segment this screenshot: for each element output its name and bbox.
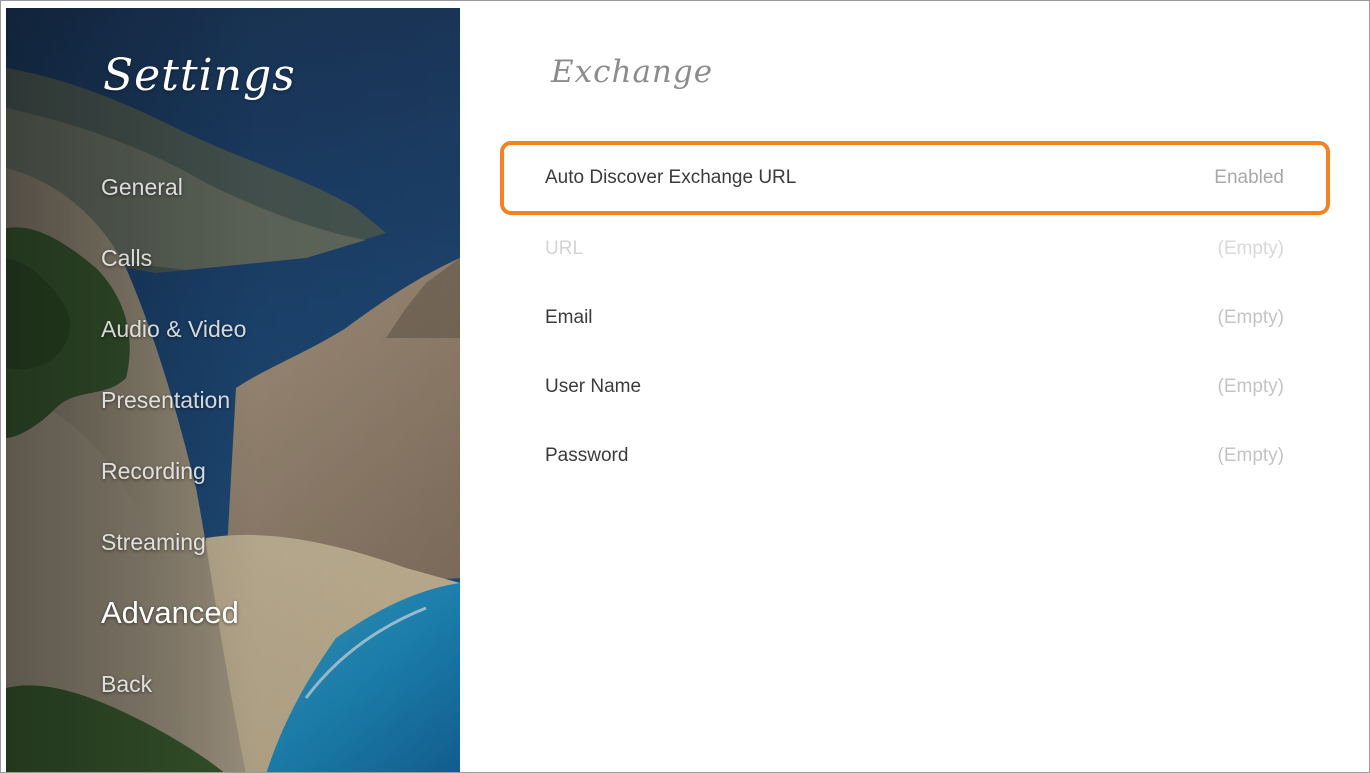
setting-row-password[interactable]: Password (Empty) (500, 419, 1330, 493)
sidebar-item-audio-video[interactable]: Audio & Video (101, 316, 246, 343)
setting-value: (Empty) (1217, 376, 1285, 397)
setting-value: (Empty) (1217, 445, 1285, 466)
setting-row-email[interactable]: Email (Empty) (500, 281, 1330, 355)
sidebar-item-back[interactable]: Back (101, 671, 152, 698)
sidebar-item-presentation[interactable]: Presentation (101, 387, 230, 414)
setting-row-url: URL (Empty) (500, 212, 1330, 286)
setting-value: Enabled (1214, 167, 1284, 188)
sidebar-title: Settings (103, 50, 296, 101)
sidebar-item-advanced[interactable]: Advanced (101, 595, 239, 631)
setting-label: Auto Discover Exchange URL (545, 167, 797, 188)
content-pane: Exchange Auto Discover Exchange URL Enab… (460, 8, 1369, 772)
setting-value: (Empty) (1217, 238, 1285, 259)
sidebar-item-streaming[interactable]: Streaming (101, 529, 206, 556)
sidebar: Settings General Calls Audio & Video Pre… (6, 8, 460, 772)
sidebar-item-general[interactable]: General (101, 174, 183, 201)
sidebar-item-calls[interactable]: Calls (101, 245, 152, 272)
settings-window: Settings General Calls Audio & Video Pre… (0, 0, 1370, 773)
setting-label: Password (545, 445, 629, 466)
setting-row-user-name[interactable]: User Name (Empty) (500, 350, 1330, 424)
setting-label: Email (545, 307, 593, 328)
setting-label: URL (545, 238, 584, 259)
page-title: Exchange (551, 54, 714, 90)
sidebar-item-recording[interactable]: Recording (101, 458, 206, 485)
sidebar-background-image (6, 8, 460, 772)
setting-row-auto-discover[interactable]: Auto Discover Exchange URL Enabled (500, 141, 1330, 215)
setting-label: User Name (545, 376, 642, 397)
setting-value: (Empty) (1217, 307, 1285, 328)
